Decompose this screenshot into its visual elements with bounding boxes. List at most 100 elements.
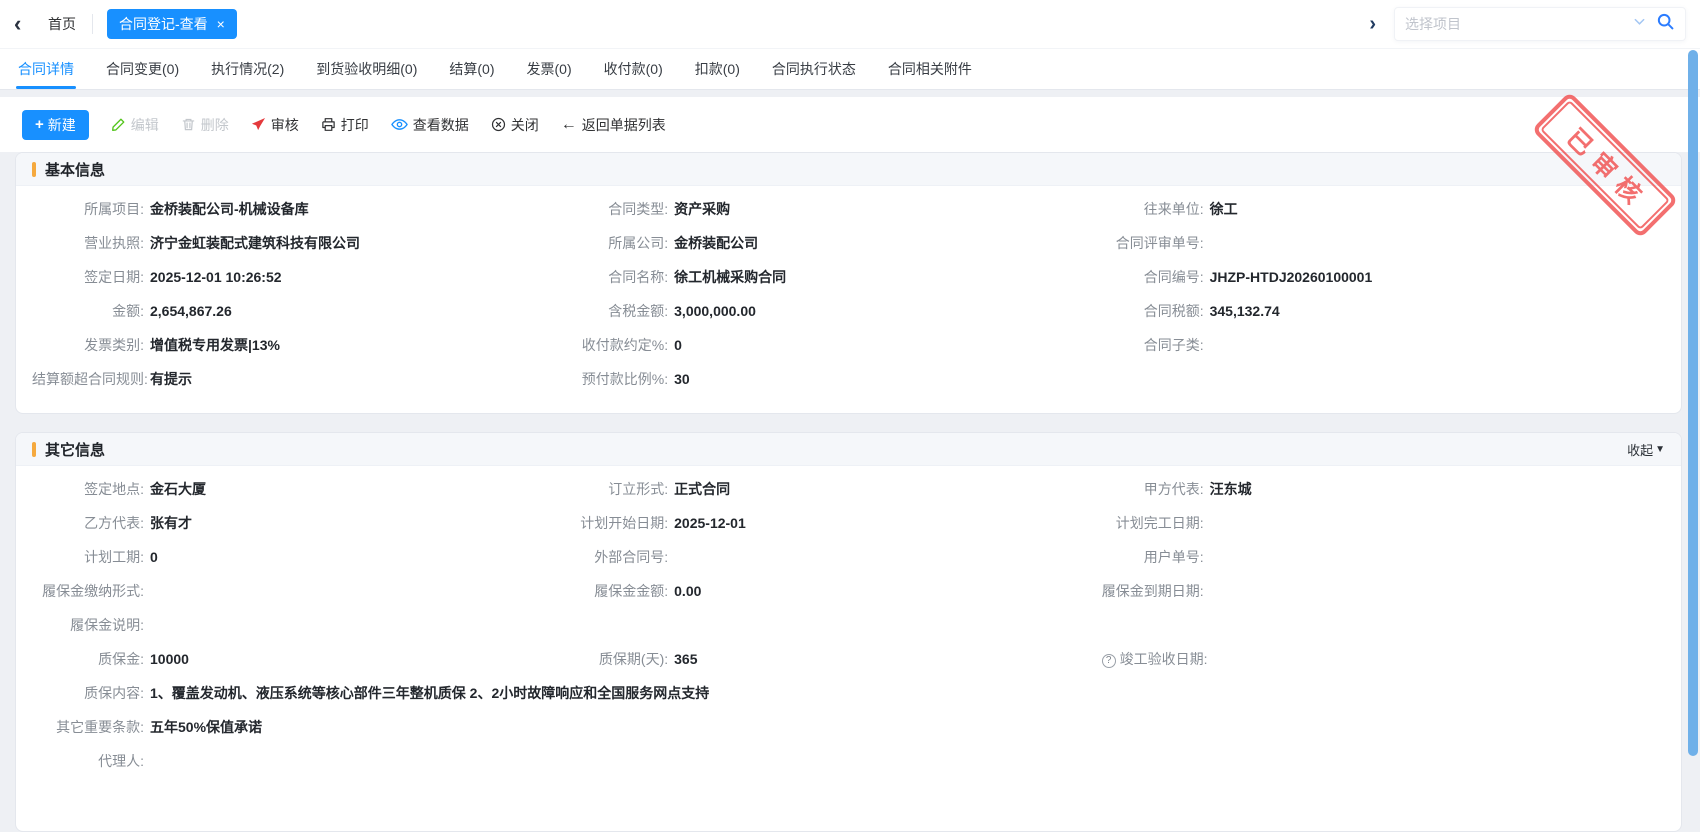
field-label: 履保金到期日期: — [1102, 574, 1204, 608]
breadcrumb-home[interactable]: 首页 — [48, 14, 76, 34]
field-label: 计划开始日期: — [574, 506, 668, 540]
arrow-left-icon: ← — [561, 117, 577, 133]
tab-item[interactable]: 合同执行状态 — [770, 49, 858, 89]
field-row: 营业执照:济宁金虹装配式建筑科技有限公司所属公司:金桥装配公司合同评审单号: — [32, 226, 1665, 260]
other-info-body: 签定地点:金石大厦订立形式:正式合同甲方代表:汪东城乙方代表:张有才计划开始日期… — [16, 466, 1681, 782]
field-value: 徐工 — [1210, 192, 1238, 226]
delete-button[interactable]: 删除 — [181, 115, 229, 135]
tab-item[interactable]: 到货验收明细(0) — [314, 49, 419, 89]
field-label-text: 营业执照: — [84, 235, 144, 251]
field-label: 营业执照: — [32, 226, 144, 260]
field-label: 代理人: — [32, 744, 144, 778]
tab-item[interactable]: 合同相关附件 — [886, 49, 974, 89]
field: 履保金金额:0.00 — [574, 574, 1101, 608]
other-info-card: 其它信息 收起 ▼ 签定地点:金石大厦订立形式:正式合同甲方代表:汪东城乙方代表… — [15, 432, 1682, 832]
field-value: 正式合同 — [674, 472, 730, 506]
field-value: 2,654,867.26 — [150, 294, 232, 328]
basic-info-header: 基本信息 — [16, 153, 1681, 186]
tab-item[interactable]: 收付款(0) — [602, 49, 665, 89]
field-label-text: 所属公司: — [608, 235, 668, 251]
field-label-text: 履保金说明: — [70, 617, 144, 633]
field-value: 增值税专用发票|13% — [150, 328, 280, 362]
basic-info-card: 基本信息 所属项目:金桥装配公司-机械设备库合同类型:资产采购往来单位:徐工营业… — [15, 152, 1682, 414]
project-select-placeholder: 选择项目 — [1405, 14, 1623, 34]
field-label-text: 金额: — [112, 303, 144, 319]
field: 甲方代表:汪东城 — [1102, 472, 1665, 506]
chevron-down-icon[interactable] — [1633, 15, 1646, 33]
field: 签定日期: 2025-12-01 10:26:52 — [32, 260, 574, 294]
field-label: 外部合同号: — [574, 540, 668, 574]
field-label: 其它重要条款: — [32, 710, 144, 744]
field-label-text: 合同评审单号: — [1116, 235, 1204, 251]
field: 质保期(天):365 — [574, 642, 1101, 676]
field-value: 10000 — [150, 642, 189, 676]
tab-item[interactable]: 发票(0) — [525, 49, 574, 89]
project-select[interactable]: 选择项目 — [1394, 7, 1686, 41]
field-label: 质保期(天): — [574, 642, 668, 676]
field-label-text: 履保金缴纳形式: — [42, 583, 144, 599]
field-label: 合同税额: — [1102, 294, 1204, 328]
collapse-toggle[interactable]: 收起 ▼ — [1627, 440, 1665, 459]
field-label-text: 含税金额: — [608, 303, 668, 319]
view-data-button[interactable]: 查看数据 — [391, 115, 469, 135]
field: 计划完工日期: — [1102, 506, 1665, 540]
field: 营业执照:济宁金虹装配式建筑科技有限公司 — [32, 226, 574, 260]
tab-item[interactable]: 合同变更(0) — [104, 49, 181, 89]
edit-button[interactable]: 编辑 — [111, 115, 159, 135]
field-label-text: 其它重要条款: — [56, 719, 144, 735]
back-to-list-button[interactable]: ← 返回单据列表 — [561, 115, 666, 135]
field-label-text: 合同税额: — [1144, 303, 1204, 319]
audit-button[interactable]: 审核 — [251, 115, 299, 135]
field: 结算额超合同规则:有提示 — [32, 362, 574, 396]
field: 计划开始日期:2025-12-01 — [574, 506, 1101, 540]
field: 所属公司:金桥装配公司 — [574, 226, 1101, 260]
field-label-text: 用户单号: — [1144, 549, 1204, 565]
close-button[interactable]: 关闭 — [491, 115, 539, 135]
field-label: 合同子类: — [1102, 328, 1204, 362]
field-label-text: 外部合同号: — [594, 549, 668, 565]
field-value: 0 — [150, 540, 158, 574]
field: 用户单号: — [1102, 540, 1665, 574]
field-label-text: 计划工期: — [84, 549, 144, 565]
field-row: 签定地点:金石大厦订立形式:正式合同甲方代表:汪东城 — [32, 472, 1665, 506]
tab-item[interactable]: 扣款(0) — [693, 49, 742, 89]
field-label-text: 质保金: — [98, 651, 144, 667]
field: 合同评审单号: — [1102, 226, 1665, 260]
field-value: 张有才 — [150, 506, 192, 540]
close-icon[interactable]: × — [217, 17, 225, 31]
field: 合同子类: — [1102, 328, 1665, 362]
field-label-text: 履保金到期日期: — [1102, 583, 1204, 599]
field-row: 结算额超合同规则:有提示预付款比例%:30 — [32, 362, 1665, 396]
field-value: 2025-12-01 10:26:52 — [150, 260, 282, 294]
field: 往来单位: 徐工 — [1102, 192, 1665, 226]
vertical-scrollbar[interactable] — [1688, 50, 1698, 756]
search-icon[interactable] — [1656, 12, 1675, 36]
tab-item[interactable]: 合同详情 — [16, 49, 76, 89]
field-label-text: 质保期(天): — [599, 651, 668, 667]
field-value: 1、覆盖发动机、液压系统等核心部件三年整机质保 2、2小时故障响应和全国服务网点… — [150, 676, 709, 710]
back-chevron-icon[interactable]: ‹ — [14, 13, 36, 35]
field-label-text: 往来单位: — [1144, 201, 1204, 217]
forward-chevron-icon[interactable]: › — [1369, 14, 1376, 34]
field-label: 乙方代表: — [32, 506, 144, 540]
print-button[interactable]: 打印 — [321, 115, 369, 135]
send-icon — [251, 117, 266, 132]
field: 收付款约定%:0 — [574, 328, 1101, 362]
field: 外部合同号: — [574, 540, 1101, 574]
active-window-tab[interactable]: 合同登记-查看 × — [107, 9, 237, 39]
field-row: 发票类别:增值税专用发票|13%收付款约定%:0合同子类: — [32, 328, 1665, 362]
field-value: 3,000,000.00 — [674, 294, 756, 328]
field: 乙方代表: 张有才 — [32, 506, 574, 540]
field-label-text: 签定日期: — [84, 269, 144, 285]
field-label-text: 代理人: — [98, 753, 144, 769]
field: 质保金: 10000 — [32, 642, 574, 676]
field: 含税金额: 3,000,000.00 — [574, 294, 1101, 328]
tab-item[interactable]: 执行情况(2) — [209, 49, 286, 89]
field-value: 徐工机械采购合同 — [674, 260, 786, 294]
field-label-text: 结算额超合同规则: — [32, 371, 148, 387]
new-button[interactable]: + 新建 — [22, 110, 89, 140]
field-label-text: 乙方代表: — [84, 515, 144, 531]
tab-item[interactable]: 结算(0) — [447, 49, 496, 89]
field-value: 有提示 — [150, 362, 192, 396]
field-row: 履保金说明: — [32, 608, 1665, 642]
